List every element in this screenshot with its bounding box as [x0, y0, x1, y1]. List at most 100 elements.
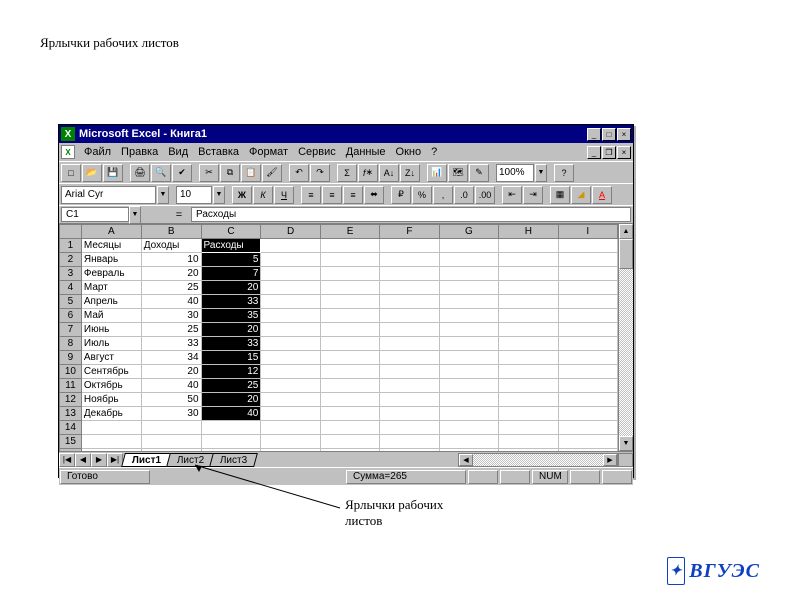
cell-E12[interactable]	[320, 393, 379, 407]
cell-A15[interactable]	[81, 435, 141, 449]
cell-D6[interactable]	[261, 309, 320, 323]
cell-G14[interactable]	[439, 421, 498, 435]
cell-I9[interactable]	[558, 351, 617, 365]
cell-G13[interactable]	[439, 407, 498, 421]
indent-dec-icon[interactable]: ⇤	[502, 186, 522, 204]
cell-C6[interactable]: 35	[201, 309, 261, 323]
merge-center-icon[interactable]: ⬌	[364, 186, 384, 204]
cell-B2[interactable]: 10	[141, 253, 201, 267]
cell-H13[interactable]	[499, 407, 558, 421]
row-header-7[interactable]: 7	[60, 323, 82, 337]
row-header-15[interactable]: 15	[60, 435, 82, 449]
horizontal-scrollbar[interactable]: ◀ ▶	[458, 453, 618, 467]
cell-D12[interactable]	[261, 393, 320, 407]
cell-I12[interactable]	[558, 393, 617, 407]
tab-nav-first-icon[interactable]: |◀	[59, 453, 75, 467]
col-header-H[interactable]: H	[499, 225, 558, 239]
cell-E5[interactable]	[320, 295, 379, 309]
formula-input[interactable]: Расходы	[191, 207, 631, 222]
cell-H6[interactable]	[499, 309, 558, 323]
sort-asc-icon[interactable]: A↓	[379, 164, 399, 182]
cell-C4[interactable]: 20	[201, 281, 261, 295]
doc-restore-button[interactable]: ❐	[602, 146, 616, 159]
cell-I8[interactable]	[558, 337, 617, 351]
cell-H9[interactable]	[499, 351, 558, 365]
cell-G12[interactable]	[439, 393, 498, 407]
bold-icon[interactable]: Ж	[232, 186, 252, 204]
cell-B7[interactable]: 25	[141, 323, 201, 337]
cell-A11[interactable]: Октябрь	[81, 379, 141, 393]
cell-E14[interactable]	[320, 421, 379, 435]
scroll-left-icon[interactable]: ◀	[459, 454, 473, 466]
function-icon[interactable]: f∗	[358, 164, 378, 182]
cell-D2[interactable]	[261, 253, 320, 267]
cell-I13[interactable]	[558, 407, 617, 421]
cell-B8[interactable]: 33	[141, 337, 201, 351]
row-header-4[interactable]: 4	[60, 281, 82, 295]
cell-F13[interactable]	[380, 407, 439, 421]
cell-I5[interactable]	[558, 295, 617, 309]
cell-D7[interactable]	[261, 323, 320, 337]
cell-D9[interactable]	[261, 351, 320, 365]
cell-F8[interactable]	[380, 337, 439, 351]
cell-B10[interactable]: 20	[141, 365, 201, 379]
help-icon[interactable]: ?	[554, 164, 574, 182]
cell-I1[interactable]	[558, 239, 617, 253]
cell-G15[interactable]	[439, 435, 498, 449]
doc-close-button[interactable]: ×	[617, 146, 631, 159]
decimal-inc-icon[interactable]: .0	[454, 186, 474, 204]
name-box-dropdown-icon[interactable]: ▼	[129, 206, 141, 224]
row-header-2[interactable]: 2	[60, 253, 82, 267]
cell-E3[interactable]	[320, 267, 379, 281]
scroll-up-icon[interactable]: ▲	[619, 224, 633, 239]
cell-C7[interactable]: 20	[201, 323, 261, 337]
col-header-B[interactable]: B	[141, 225, 201, 239]
cell-C1[interactable]: Расходы	[201, 239, 261, 253]
cell-C2[interactable]: 5	[201, 253, 261, 267]
cell-H2[interactable]	[499, 253, 558, 267]
menu-tools[interactable]: Сервис	[293, 146, 341, 158]
cell-G6[interactable]	[439, 309, 498, 323]
cell-G1[interactable]	[439, 239, 498, 253]
menu-insert[interactable]: Вставка	[193, 146, 244, 158]
cell-A2[interactable]: Январь	[81, 253, 141, 267]
cell-F15[interactable]	[380, 435, 439, 449]
cell-F10[interactable]	[380, 365, 439, 379]
tab-nav-next-icon[interactable]: ▶	[91, 453, 107, 467]
cell-D13[interactable]	[261, 407, 320, 421]
currency-icon[interactable]: ₽	[391, 186, 411, 204]
scroll-down-icon[interactable]: ▼	[619, 436, 633, 451]
row-header-3[interactable]: 3	[60, 267, 82, 281]
cell-F14[interactable]	[380, 421, 439, 435]
cell-G9[interactable]	[439, 351, 498, 365]
cell-A4[interactable]: Март	[81, 281, 141, 295]
cell-E13[interactable]	[320, 407, 379, 421]
cell-H4[interactable]	[499, 281, 558, 295]
doc-minimize-button[interactable]: _	[587, 146, 601, 159]
menu-file[interactable]: Файл	[79, 146, 116, 158]
fill-color-icon[interactable]: ◢	[571, 186, 591, 204]
cell-E10[interactable]	[320, 365, 379, 379]
cell-B15[interactable]	[141, 435, 201, 449]
row-header-14[interactable]: 14	[60, 421, 82, 435]
cell-E7[interactable]	[320, 323, 379, 337]
cell-D5[interactable]	[261, 295, 320, 309]
workbook-icon[interactable]: X	[61, 145, 75, 159]
menu-data[interactable]: Данные	[341, 146, 391, 158]
cell-B12[interactable]: 50	[141, 393, 201, 407]
cell-C8[interactable]: 33	[201, 337, 261, 351]
cell-H1[interactable]	[499, 239, 558, 253]
sort-desc-icon[interactable]: Z↓	[400, 164, 420, 182]
row-header-9[interactable]: 9	[60, 351, 82, 365]
cell-B6[interactable]: 30	[141, 309, 201, 323]
borders-icon[interactable]: ▦	[550, 186, 570, 204]
open-icon[interactable]: 📂	[82, 164, 102, 182]
paste-icon[interactable]: 📋	[241, 164, 261, 182]
cell-I14[interactable]	[558, 421, 617, 435]
grid[interactable]: ABCDEFGHI1МесяцыДоходыРасходы2Январь1053…	[59, 224, 618, 451]
cell-F4[interactable]	[380, 281, 439, 295]
copy-icon[interactable]: ⧉	[220, 164, 240, 182]
vertical-scrollbar[interactable]: ▲ ▼	[618, 224, 633, 451]
tab-nav-prev-icon[interactable]: ◀	[75, 453, 91, 467]
align-center-icon[interactable]: ≡	[322, 186, 342, 204]
